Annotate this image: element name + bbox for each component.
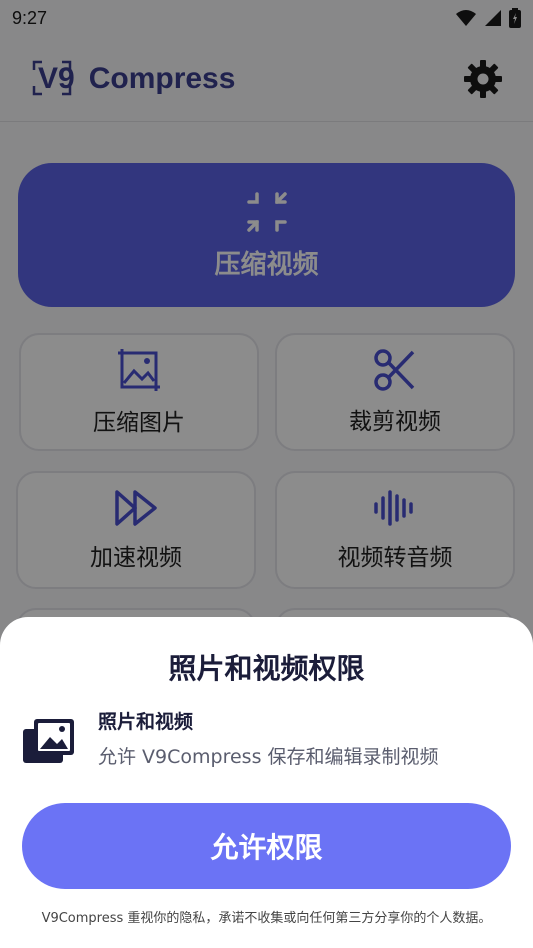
permission-text: 照片和视频 允许 V9Compress 保存和编辑录制视频: [98, 707, 439, 769]
privacy-note: V9Compress 重视你的隐私，承诺不收集或向任何第三方分享你的个人数据。: [41, 911, 492, 926]
permission-sheet: 照片和视频权限 照片和视频 允许 V9Compress 保存和编辑录制视频 允许…: [0, 617, 533, 948]
allow-permission-button[interactable]: 允许权限: [22, 803, 511, 889]
permission-name: 照片和视频: [98, 711, 194, 733]
permission-description: 允许 V9Compress 保存和编辑录制视频: [98, 746, 439, 768]
permission-item: 照片和视频 允许 V9Compress 保存和编辑录制视频: [20, 707, 515, 771]
sheet-title: 照片和视频权限: [168, 652, 365, 685]
photos-icon: [23, 719, 74, 763]
